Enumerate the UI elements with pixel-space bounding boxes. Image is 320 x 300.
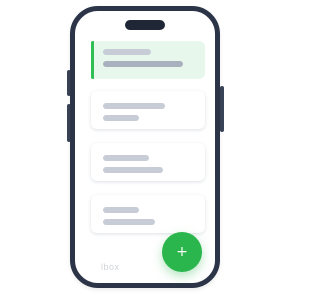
list-item-selected[interactable] [91, 41, 205, 79]
add-button[interactable]: + [162, 232, 202, 272]
list-item[interactable] [91, 143, 205, 181]
subtitle-placeholder [103, 219, 155, 225]
dynamic-island [125, 20, 165, 30]
title-placeholder [103, 103, 165, 109]
brand-watermark: lbox [101, 262, 120, 272]
subtitle-placeholder [103, 115, 139, 121]
list-item[interactable] [91, 195, 205, 233]
subtitle-placeholder [103, 61, 183, 67]
title-placeholder [103, 49, 151, 55]
list-item[interactable] [91, 91, 205, 129]
title-placeholder [103, 155, 149, 161]
phone-mockup: lbox + [0, 0, 300, 300]
title-placeholder [103, 207, 139, 213]
subtitle-placeholder [103, 167, 163, 173]
plus-icon: + [176, 244, 188, 260]
power-button [220, 86, 224, 132]
